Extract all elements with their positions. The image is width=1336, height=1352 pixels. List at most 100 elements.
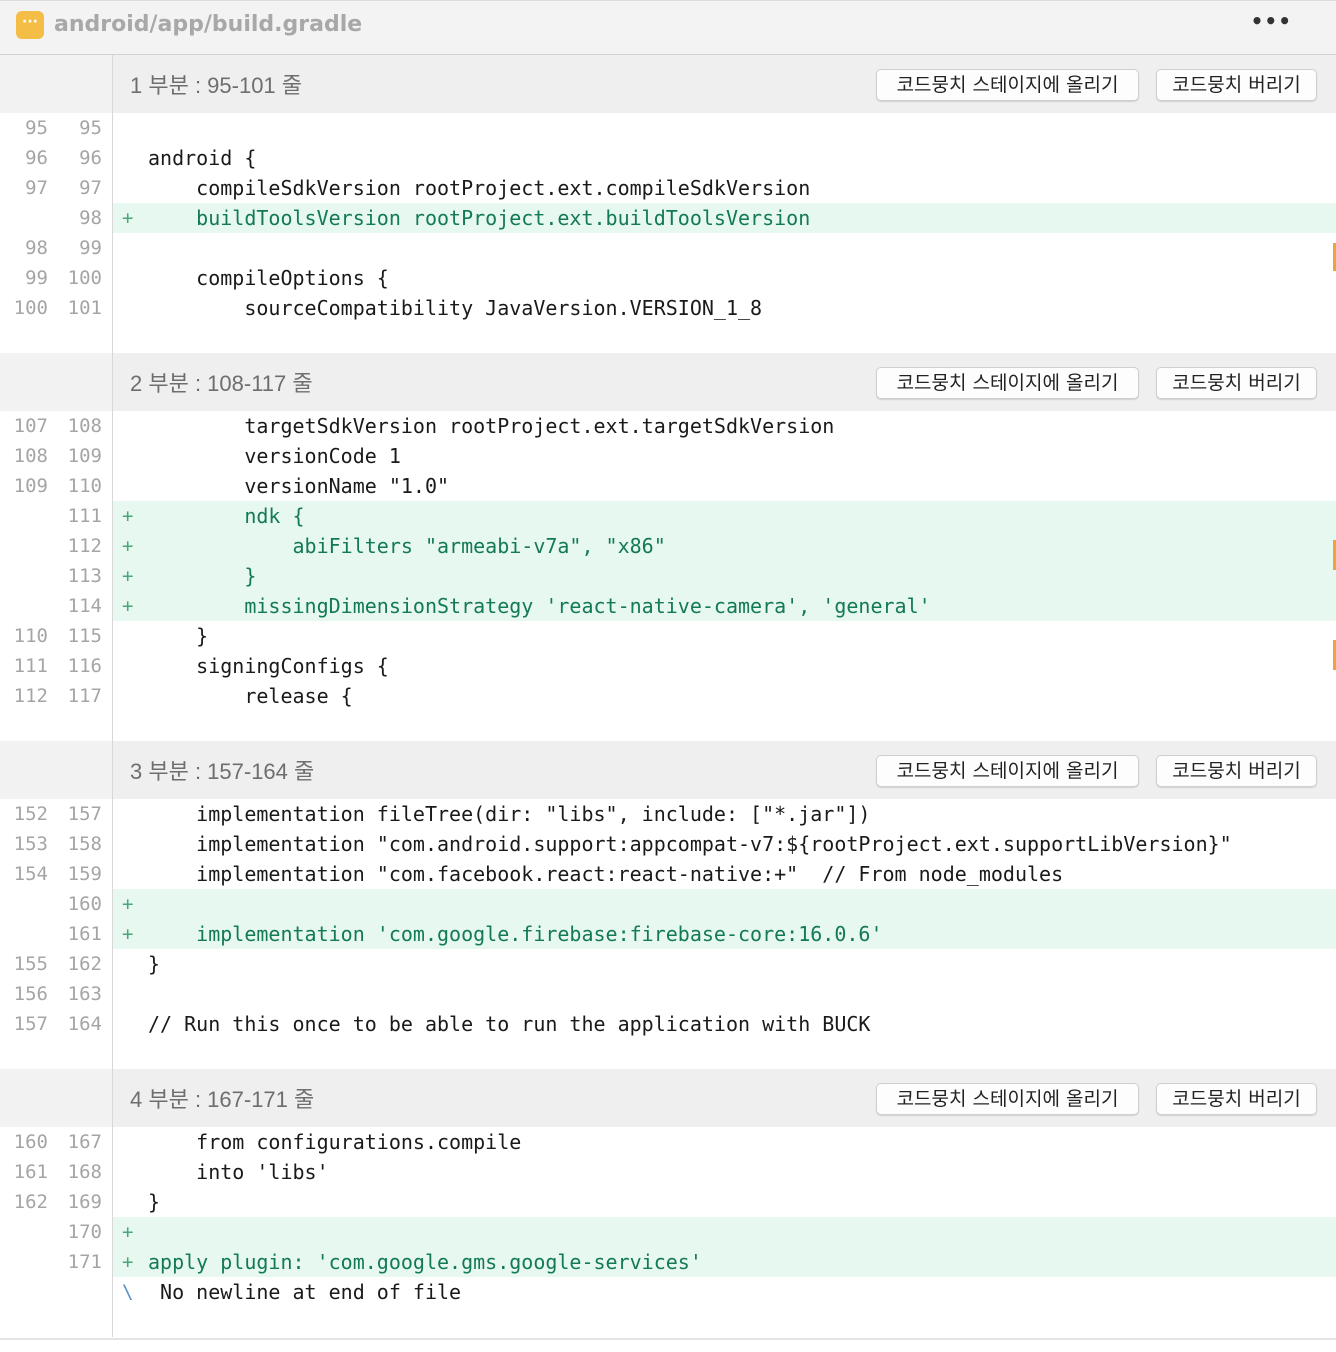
line-gutter (0, 1039, 113, 1069)
diff-line-context[interactable]: 97 97 compileSdkVersion rootProject.ext.c… (0, 173, 1336, 203)
new-line-number: 159 (67, 863, 102, 885)
hunk-header: 1 부분 : 95-101 줄 코드뭉치 스테이지에 올리기 코드뭉치 버리기 (0, 55, 1336, 113)
diff-marker: + (122, 535, 134, 557)
old-line-number: 110 (13, 625, 48, 647)
diff-line-context[interactable]: 108 109 versionCode 1 (0, 441, 1336, 471)
diff-line-added[interactable]: 111 + ndk { (0, 501, 1336, 531)
diff-line-context[interactable]: 162 169} (0, 1187, 1336, 1217)
old-line-number: 98 (25, 237, 48, 259)
diff-line-context[interactable]: 161 168 into 'libs' (0, 1157, 1336, 1187)
diff-viewer: ··· android/app/build.gradle ••• 1 부분 : … (0, 0, 1336, 1352)
code-text: ndk { (148, 504, 305, 528)
more-options-icon[interactable]: ••• (1251, 7, 1292, 39)
bottom-divider (0, 1338, 1336, 1340)
diff-marker: + (122, 1251, 134, 1273)
diff-line-context[interactable]: 99 100 compileOptions { (0, 263, 1336, 293)
diff-line-added[interactable]: 170 + (0, 1217, 1336, 1247)
diff-line-meta[interactable]: \ No newline at end of file (0, 1277, 1336, 1307)
old-line-number: 108 (13, 445, 48, 467)
diff-line-context[interactable]: 98 99 (0, 233, 1336, 263)
new-line-number: 160 (67, 893, 102, 915)
hunk-spacer (0, 323, 1336, 353)
file-header[interactable]: ··· android/app/build.gradle ••• (0, 0, 1336, 55)
new-line-number: 98 (79, 207, 102, 229)
diff-line-context[interactable]: 154 159 implementation "com.facebook.reac… (0, 859, 1336, 889)
stage-hunk-button[interactable]: 코드뭉치 스테이지에 올리기 (876, 367, 1139, 399)
code-text: } (148, 1190, 161, 1214)
diff-line-context[interactable]: 156 163 (0, 979, 1336, 1009)
old-line-number: 155 (13, 953, 48, 975)
code-text: android { (148, 146, 257, 170)
diff-line-context[interactable]: 155 162} (0, 949, 1336, 979)
new-line-number: 169 (67, 1191, 102, 1213)
hunk-header: 4 부분 : 167-171 줄 코드뭉치 스테이지에 올리기 코드뭉치 버리기 (0, 1069, 1336, 1127)
diff-line-context[interactable]: 107 108 targetSdkVersion rootProject.ext.… (0, 411, 1336, 441)
diff-line-added[interactable]: 98 + buildToolsVersion rootProject.ext.bu… (0, 203, 1336, 233)
code-text: implementation fileTree(dir: "libs", inc… (148, 802, 871, 826)
old-line-number: 162 (13, 1191, 48, 1213)
diff-line-added[interactable]: 112 + abiFilters "armeabi-v7a", "x86" (0, 531, 1336, 561)
diff-line-context[interactable]: 110 115 } (0, 621, 1336, 651)
old-line-number: 99 (25, 267, 48, 289)
new-line-number: 108 (67, 415, 102, 437)
discard-hunk-button[interactable]: 코드뭉치 버리기 (1156, 1083, 1317, 1115)
diff-line-context[interactable]: 152 157 implementation fileTree(dir: "lib… (0, 799, 1336, 829)
old-line-number: 97 (25, 177, 48, 199)
code-text: compileOptions { (148, 266, 389, 290)
diff-line-context[interactable]: 96 96 android { (0, 143, 1336, 173)
diff-line-added[interactable]: 160 + (0, 889, 1336, 919)
line-gutter (0, 1307, 113, 1337)
code-text: apply plugin: 'com.google.gms.google-ser… (148, 1250, 702, 1274)
hunk-spacer (0, 711, 1336, 741)
diff-line-context[interactable]: 100 101 sourceCompatibility JavaVersion.V… (0, 293, 1336, 323)
code-text: implementation "com.facebook.react:react… (148, 862, 1064, 886)
stage-hunk-button[interactable]: 코드뭉치 스테이지에 올리기 (876, 755, 1139, 787)
diff-marker: + (122, 1221, 134, 1243)
diff-line-context[interactable]: 95 95 (0, 113, 1336, 143)
diff-line-context[interactable]: 112 117 release { (0, 681, 1336, 711)
discard-hunk-button[interactable]: 코드뭉치 버리기 (1156, 755, 1317, 787)
hunk-header-gutter (0, 1069, 113, 1127)
new-line-number: 109 (67, 445, 102, 467)
old-line-number: 160 (13, 1131, 48, 1153)
diff-line-context[interactable]: 153 158 implementation "com.android.suppo… (0, 829, 1336, 859)
diff-line-added[interactable]: 114 + missingDimensionStrategy 'react-nat… (0, 591, 1336, 621)
diff-marker: \ (122, 1281, 134, 1303)
hunk-title: 1 부분 : 95-101 줄 (130, 73, 303, 98)
diff-line-context[interactable]: 160 167 from configurations.compile (0, 1127, 1336, 1157)
diff-line-context[interactable]: 109 110 versionName "1.0" (0, 471, 1336, 501)
diff-line-context[interactable]: 111 116 signingConfigs { (0, 651, 1336, 681)
hunk-spacer (0, 1039, 1336, 1069)
code-text: missingDimensionStrategy 'react-native-c… (148, 594, 931, 618)
diff-marker: + (122, 595, 134, 617)
new-line-number: 170 (67, 1221, 102, 1243)
stage-hunk-button[interactable]: 코드뭉치 스테이지에 올리기 (876, 69, 1139, 101)
hunk-header-gutter (0, 55, 113, 113)
discard-hunk-button[interactable]: 코드뭉치 버리기 (1156, 69, 1317, 101)
code-text: No newline at end of file (148, 1280, 462, 1304)
line-gutter (0, 323, 113, 353)
diff-line-added[interactable]: 161 + implementation 'com.google.firebase… (0, 919, 1336, 949)
diff-line-added[interactable]: 113 + } (0, 561, 1336, 591)
new-line-number: 116 (67, 655, 102, 677)
code-text: signingConfigs { (148, 654, 389, 678)
new-line-number: 161 (67, 923, 102, 945)
new-line-number: 99 (79, 237, 102, 259)
line-gutter (0, 711, 113, 741)
discard-hunk-button[interactable]: 코드뭉치 버리기 (1156, 367, 1317, 399)
diff-marker: + (122, 505, 134, 527)
hunk-title: 3 부분 : 157-164 줄 (130, 759, 315, 784)
new-line-number: 117 (67, 685, 102, 707)
old-line-number: 153 (13, 833, 48, 855)
new-line-number: 115 (67, 625, 102, 647)
diff-line-context[interactable]: 157 164 // Run this once to be able to run… (0, 1009, 1336, 1039)
new-line-number: 158 (67, 833, 102, 855)
hunk-title: 2 부분 : 108-117 줄 (130, 371, 313, 396)
stage-hunk-button[interactable]: 코드뭉치 스테이지에 올리기 (876, 1083, 1139, 1115)
new-line-number: 97 (79, 177, 102, 199)
new-line-number: 111 (67, 505, 102, 527)
new-line-number: 112 (67, 535, 102, 557)
hunk-title: 4 부분 : 167-171 줄 (130, 1087, 315, 1112)
new-line-number: 96 (79, 147, 102, 169)
diff-line-added[interactable]: 171 + apply plugin: 'com.google.gms.google… (0, 1247, 1336, 1277)
